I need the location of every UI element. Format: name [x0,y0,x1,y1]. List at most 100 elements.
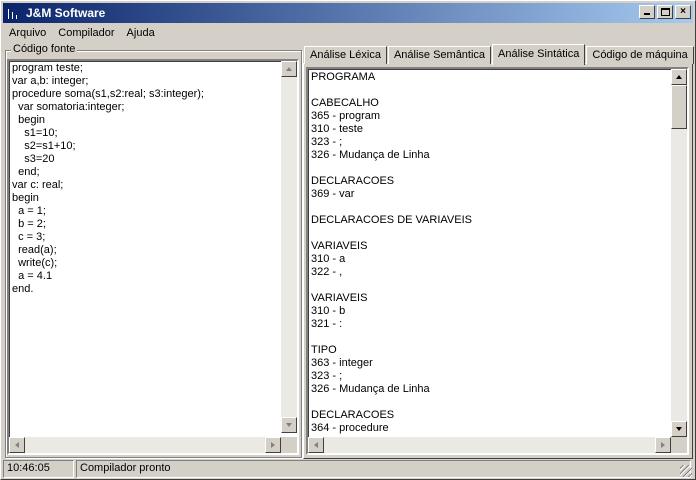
source-scroll-right-button[interactable] [265,437,281,453]
output-line: DECLARACOES DE VARIAVEIS [311,214,472,226]
output-line: VARIAVEIS [311,240,368,252]
source-line: program teste; [12,62,83,74]
source-code-text[interactable]: program teste; var a,b: integer; procedure… [12,62,204,296]
minimize-icon [644,13,650,15]
output-scroll-thumb[interactable] [671,85,687,129]
analysis-tabs: Análise Léxica Análise Semântica Análise… [304,44,695,65]
source-line: begin [12,192,39,204]
resize-grip-icon[interactable] [680,465,692,477]
arrow-right-icon [271,442,275,448]
source-line: s2=s1+10; [12,140,76,152]
output-line: 310 - b [311,305,346,317]
tab-codigo-de-maquina[interactable]: Código de máquina [586,46,694,64]
maximize-icon [661,8,670,16]
source-scroll-down-button[interactable] [281,417,297,433]
output-line: 365 - program [311,110,381,122]
close-icon: × [680,6,686,17]
output-line: 310 - a [311,253,346,265]
status-message: Compilador pronto [76,460,691,478]
window-title: J&M Software [26,6,106,20]
source-scroll-corner [281,437,297,453]
output-line: 310 - teste [311,123,363,135]
output-line: VARIAVEIS [311,292,368,304]
tab-analise-sintatica[interactable]: Análise Sintática [492,44,586,65]
menu-compilador[interactable]: Compilador [52,27,120,39]
source-line: var somatoria:integer; [12,101,125,113]
source-scroll-left-button[interactable] [9,437,25,453]
source-scroll-up-button[interactable] [281,61,297,77]
tab-label: Análise Sintática [498,48,580,60]
source-line: s3=20 [12,153,55,165]
source-line: s1=10; [12,127,58,139]
output-scroll-corner [671,437,687,453]
source-line: begin [12,114,46,126]
tab-label: Código de máquina [592,49,688,61]
arrow-left-icon [314,442,318,448]
output-line: 369 - var [311,188,355,200]
output-vertical-scrollbar[interactable] [671,69,687,437]
output-line: 323 - ; [311,370,343,382]
tab-label: Análise Léxica [310,49,381,61]
source-line: var c: real; [12,179,64,191]
output-scroll-left-button[interactable] [308,437,324,453]
source-group-label: Código fonte [11,43,78,55]
minimize-button[interactable] [639,5,655,19]
arrow-up-icon [676,75,682,79]
output-scroll-up-button[interactable] [671,69,687,85]
output-line: TIPO [311,344,337,356]
source-line: procedure soma(s1,s2:real; s3:integer); [12,88,204,100]
output-scroll-right-button[interactable] [655,437,671,453]
menu-compilador-label: Compilador [58,27,115,39]
maximize-button[interactable] [657,5,673,19]
menu-ajuda-label: Ajuda [126,27,155,39]
syntax-output-text[interactable]: PROGRAMA CABECALHO 365 - program 310 - test… [311,71,472,435]
arrow-up-icon [286,67,292,71]
menu-arquivo[interactable]: Arquivo [3,27,52,39]
source-line: read(a); [12,244,57,256]
output-scroll-down-button[interactable] [671,421,687,437]
arrow-right-icon [661,442,665,448]
arrow-down-icon [676,427,682,431]
tab-analise-semantica[interactable]: Análise Semântica [387,46,492,64]
source-line: c = 3; [12,231,46,243]
close-button[interactable]: × [675,5,691,19]
tab-label: Análise Semântica [393,49,486,61]
output-horizontal-scrollbar[interactable] [308,437,671,453]
output-line: 321 - : [311,318,343,330]
menu-ajuda[interactable]: Ajuda [121,27,161,39]
menu-bar: Arquivo Compilador Ajuda [3,24,161,42]
output-line: 326 - Mudança de Linha [311,149,430,161]
source-line: end; [12,166,40,178]
app-logo-icon [6,5,22,21]
tab-analise-lexica[interactable]: Análise Léxica [304,46,387,64]
source-vertical-scrollbar[interactable] [281,61,297,433]
source-horizontal-scrollbar[interactable] [9,437,281,453]
source-line: end. [12,283,34,295]
source-line: a = 1; [12,205,46,217]
source-line: write(c); [12,257,58,269]
output-line: CABECALHO [311,97,379,109]
output-line: 323 - ; [311,136,343,148]
status-time: 10:46:05 [3,460,74,478]
source-line: var a,b: integer; [12,75,89,87]
source-line: b = 2; [12,218,46,230]
status-bar: 10:46:05 Compilador pronto [3,460,693,478]
output-line: 326 - Mudança de Linha [311,383,430,395]
title-bar[interactable]: J&M Software × [3,3,693,23]
main-window: J&M Software × Arquivo Compilador Ajuda … [0,0,696,480]
output-line: 322 - , [311,266,343,278]
syntax-output-box[interactable]: PROGRAMA CABECALHO 365 - program 310 - test… [306,67,689,455]
arrow-left-icon [15,442,19,448]
output-line: 364 - procedure [311,422,389,434]
source-line: a = 4.1 [12,270,53,282]
output-line: DECLARACOES [311,175,395,187]
source-code-editor[interactable]: program teste; var a,b: integer; procedure… [7,59,299,455]
menu-arquivo-label: Arquivo [9,27,47,39]
